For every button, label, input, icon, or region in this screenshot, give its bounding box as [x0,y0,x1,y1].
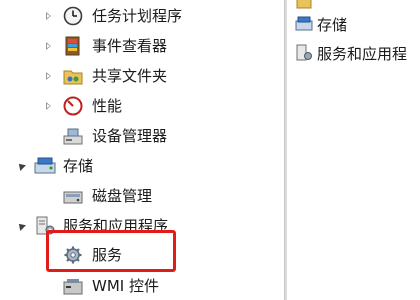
tree-item-label: 磁盘管理 [92,187,153,205]
tree-item-device-manager[interactable]: 设备管理器 [0,122,283,150]
storage-icon [295,15,313,33]
tree-item-performance[interactable]: 性能 [0,92,283,120]
list-item-services-and-applications[interactable]: 服务和应用程 [295,42,420,66]
device-manager-icon [62,126,84,146]
services-apps-icon [295,44,313,62]
expand-arrow-icon[interactable] [44,101,54,111]
tree-item-label: 任务计划程序 [92,7,183,25]
disk-management-icon [62,186,84,206]
event-viewer-icon [62,36,84,56]
tree-item-shared-folders[interactable]: 共享文件夹 [0,62,283,90]
shared-folder-icon [62,66,84,86]
tree-item-label: 设备管理器 [92,127,168,145]
tree-item-wmi-control[interactable]: WMI 控件 [0,272,283,300]
clock-icon [62,6,84,26]
tree-item-storage[interactable]: 存储 [0,152,283,180]
navigation-tree: 任务计划程序 事件查看器 共享文件夹 性能 设备管理器 存储 磁盘管理 服务和应… [0,0,283,300]
tree-item-task-scheduler[interactable]: 任务计划程序 [0,2,283,30]
wmi-control-icon [62,276,84,296]
expand-arrow-icon[interactable] [44,41,54,51]
list-item-storage[interactable]: 存储 [295,13,420,37]
performance-icon [62,96,84,116]
tree-item-event-viewer[interactable]: 事件查看器 [0,32,283,60]
tree-item-label: 性能 [92,97,123,115]
tree-item-disk-management[interactable]: 磁盘管理 [0,182,283,210]
expand-arrow-icon[interactable] [44,71,54,81]
expand-arrow-icon[interactable] [44,11,54,21]
tree-item-label: 存储 [63,157,94,175]
collapse-arrow-icon[interactable] [16,161,26,171]
selection-highlight-box [46,230,176,272]
list-item-label: 服务和应用程 [317,45,408,63]
tree-item-label: WMI 控件 [92,277,159,295]
list-item-label: 存储 [317,16,348,34]
storage-icon [34,156,56,176]
list-item-partial[interactable] [295,0,420,14]
folder-icon [295,0,313,10]
tree-item-label: 事件查看器 [92,37,168,55]
collapse-arrow-icon[interactable] [16,221,26,231]
tree-item-label: 共享文件夹 [92,67,168,85]
details-list: 存储 服务和应用程 [287,0,420,300]
